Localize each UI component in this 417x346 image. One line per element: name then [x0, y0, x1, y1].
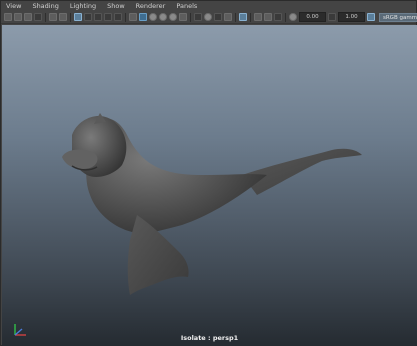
seal-snout: [62, 149, 98, 169]
grease-pencil-icon[interactable]: [59, 13, 67, 21]
toolbar-divider: [125, 12, 126, 22]
camera-attributes-icon[interactable]: [14, 13, 22, 21]
toolbar-divider: [250, 12, 251, 22]
perspective-viewport[interactable]: Isolate : persp1: [2, 25, 417, 346]
anti-aliasing-icon[interactable]: [214, 13, 222, 21]
xray-active-components-icon[interactable]: [264, 13, 272, 21]
motion-blur-icon[interactable]: [204, 13, 212, 21]
isolate-camera-label: Isolate : persp1: [180, 334, 239, 342]
menu-panels[interactable]: Panels: [176, 1, 197, 11]
gate-mask-icon[interactable]: [104, 13, 112, 21]
two-d-pan-zoom-icon[interactable]: [49, 13, 57, 21]
textured-icon[interactable]: [159, 13, 167, 21]
color-management-toggle-icon[interactable]: [367, 13, 375, 21]
field-chart-icon[interactable]: [114, 13, 122, 21]
toolbar-divider: [285, 12, 286, 22]
shadows-icon[interactable]: [179, 13, 187, 21]
default-material-icon[interactable]: [149, 13, 157, 21]
toolbar-divider: [70, 12, 71, 22]
exposure-field[interactable]: 0.00: [299, 12, 326, 22]
menu-show[interactable]: Show: [107, 1, 125, 11]
ambient-occlusion-icon[interactable]: [194, 13, 202, 21]
panel-toolbar: 0.00 1.00 sRGB gamma: [1, 11, 417, 24]
menu-lighting[interactable]: Lighting: [70, 1, 96, 11]
menu-view[interactable]: View: [6, 1, 21, 11]
seal-model: [62, 113, 362, 295]
menu-shading[interactable]: Shading: [32, 1, 58, 11]
use-all-lights-icon[interactable]: [169, 13, 177, 21]
gamma-field[interactable]: 1.00: [338, 12, 365, 22]
isolate-select-icon[interactable]: [239, 13, 247, 21]
depth-of-field-icon[interactable]: [224, 13, 232, 21]
wireframe-icon[interactable]: [129, 13, 137, 21]
xray-icon[interactable]: [254, 13, 262, 21]
bookmark-icon[interactable]: [24, 13, 32, 21]
resolution-gate-icon[interactable]: [94, 13, 102, 21]
image-plane-icon[interactable]: [34, 13, 42, 21]
maya-viewport-panel: View Shading Lighting Show Renderer Pane…: [0, 0, 417, 346]
smooth-shade-icon[interactable]: [139, 13, 147, 21]
toolbar-divider: [235, 12, 236, 22]
tail-fin: [242, 148, 362, 195]
panel-menubar: View Shading Lighting Show Renderer Pane…: [1, 1, 416, 11]
toolbar-divider: [190, 12, 191, 22]
grid-icon[interactable]: [74, 13, 82, 21]
select-camera-icon[interactable]: [4, 13, 12, 21]
view-transform-select[interactable]: sRGB gamma: [379, 12, 417, 22]
film-gate-icon[interactable]: [84, 13, 92, 21]
xray-joints-icon[interactable]: [274, 13, 282, 21]
exposure-icon[interactable]: [289, 13, 297, 21]
toolbar-divider: [45, 12, 46, 22]
menu-renderer[interactable]: Renderer: [136, 1, 166, 11]
gamma-icon[interactable]: [328, 13, 336, 21]
